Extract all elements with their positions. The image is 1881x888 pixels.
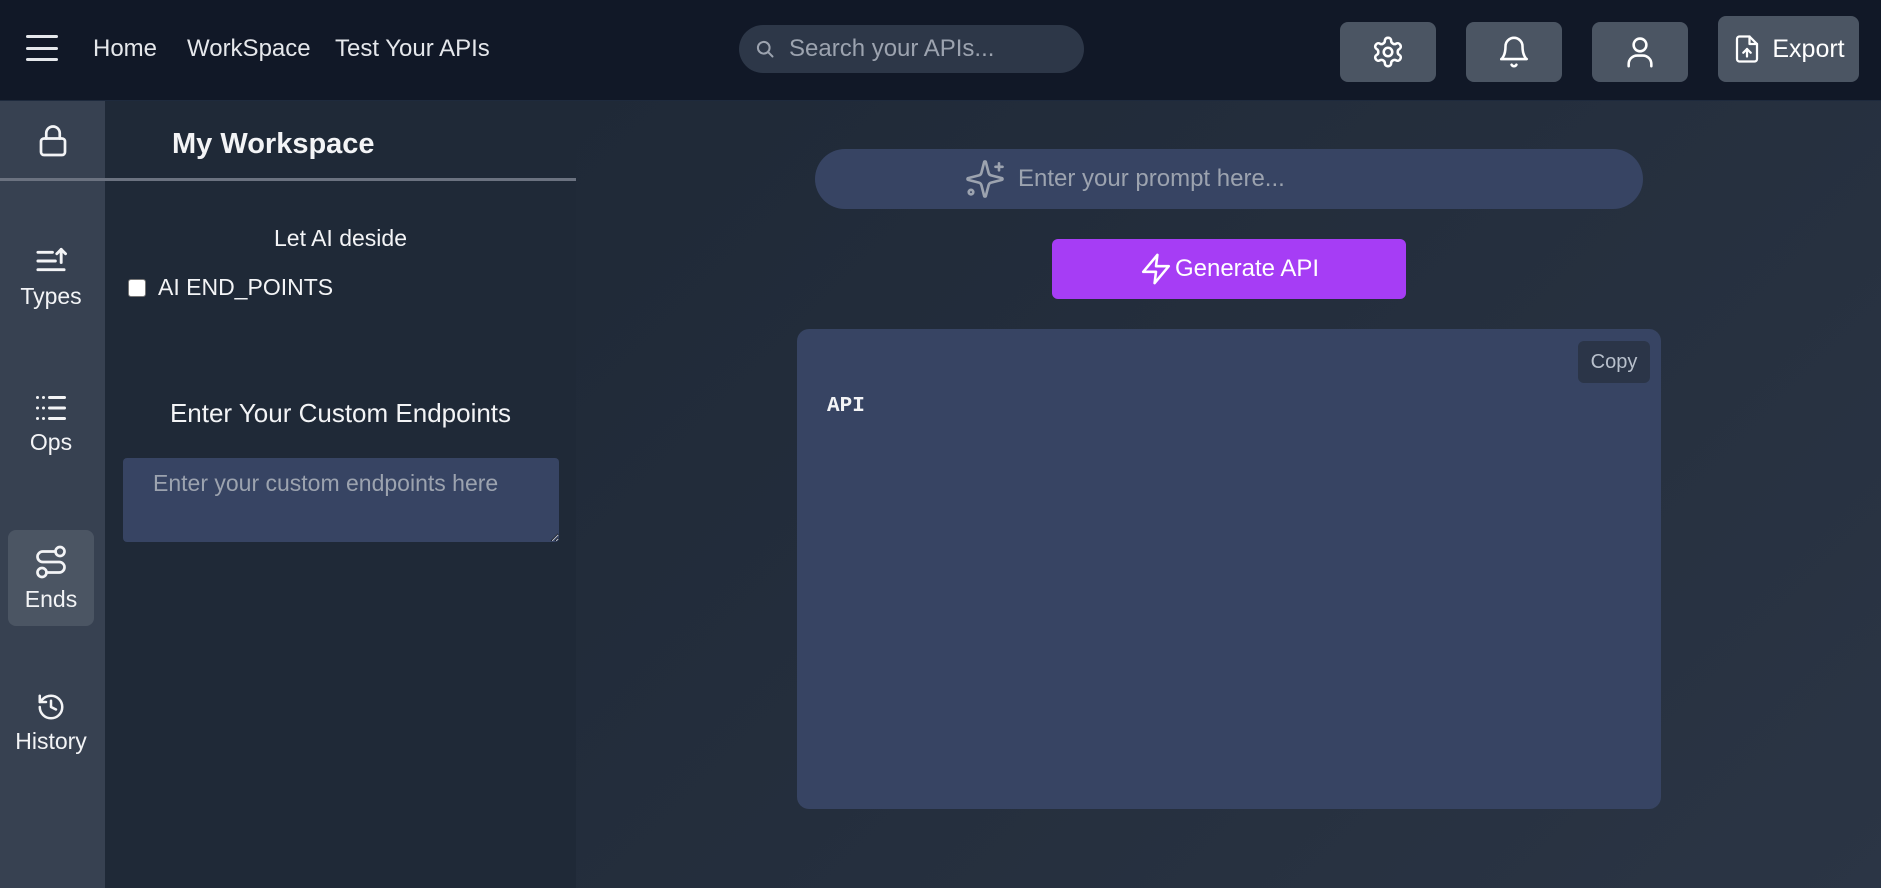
bell-icon: [1499, 36, 1529, 68]
left-rail: Types Ops Ends History: [0, 101, 105, 888]
nav-test-apis[interactable]: Test Your APIs: [335, 35, 490, 63]
user-icon: [1627, 37, 1653, 68]
rail-item-label: Types: [20, 282, 82, 309]
file-upload-icon: [1736, 35, 1759, 63]
notifications-button[interactable]: [1466, 22, 1562, 82]
types-icon: [36, 247, 67, 271]
lock-button[interactable]: [0, 101, 105, 181]
sparkles-icon: [966, 160, 1004, 198]
rail-item-ends[interactable]: Ends: [8, 530, 94, 626]
ai-decide-label: Let AI deside: [274, 225, 407, 251]
ai-endpoints-option: AI END_POINTS: [128, 274, 333, 301]
prompt-bar: [815, 149, 1643, 209]
main-area: Generate API Copy API: [576, 101, 1881, 888]
top-bar: Home WorkSpace Test Your APIs E: [0, 0, 1881, 101]
lock-icon: [39, 124, 66, 156]
prompt-input[interactable]: [1018, 165, 1578, 193]
history-icon: [38, 694, 64, 719]
workspace-title: My Workspace: [172, 128, 375, 160]
gear-icon: [1373, 36, 1403, 68]
rail-item-label: Ops: [29, 428, 73, 455]
workspace-header: My Workspace: [105, 101, 576, 181]
api-output-box: Copy API: [797, 329, 1661, 809]
search-icon: [756, 40, 774, 58]
generate-api-button[interactable]: Generate API: [1052, 239, 1406, 299]
settings-button[interactable]: [1340, 22, 1436, 82]
route-icon: [36, 545, 66, 578]
nav-home[interactable]: Home: [93, 35, 157, 63]
menu-icon[interactable]: [26, 35, 58, 61]
workspace-panel: My Workspace Let AI deside AI END_POINTS…: [105, 101, 576, 888]
ai-endpoints-label: AI END_POINTS: [158, 274, 334, 300]
list-icon: [36, 395, 66, 420]
export-label: Export: [1772, 34, 1845, 63]
search-input[interactable]: [789, 35, 1069, 63]
ai-endpoints-checkbox[interactable]: [128, 278, 146, 297]
rail-item-types[interactable]: Types: [8, 229, 94, 325]
nav-workspace[interactable]: WorkSpace: [187, 35, 311, 63]
custom-endpoints-field[interactable]: [123, 458, 559, 542]
api-output-text: API: [827, 395, 865, 418]
generate-api-label: Generate API: [1174, 255, 1320, 282]
rail-item-ops[interactable]: Ops: [8, 376, 94, 472]
export-button[interactable]: Export: [1718, 16, 1859, 82]
rail-item-history[interactable]: History: [8, 675, 94, 771]
profile-button[interactable]: [1592, 22, 1688, 82]
search-bar: [739, 25, 1084, 73]
copy-button[interactable]: Copy: [1578, 341, 1650, 383]
lightning-icon: [1141, 253, 1170, 285]
custom-endpoints-title: Enter Your Custom Endpoints: [169, 398, 512, 428]
rail-item-label: History: [15, 727, 87, 754]
rail-item-label: Ends: [24, 585, 78, 612]
